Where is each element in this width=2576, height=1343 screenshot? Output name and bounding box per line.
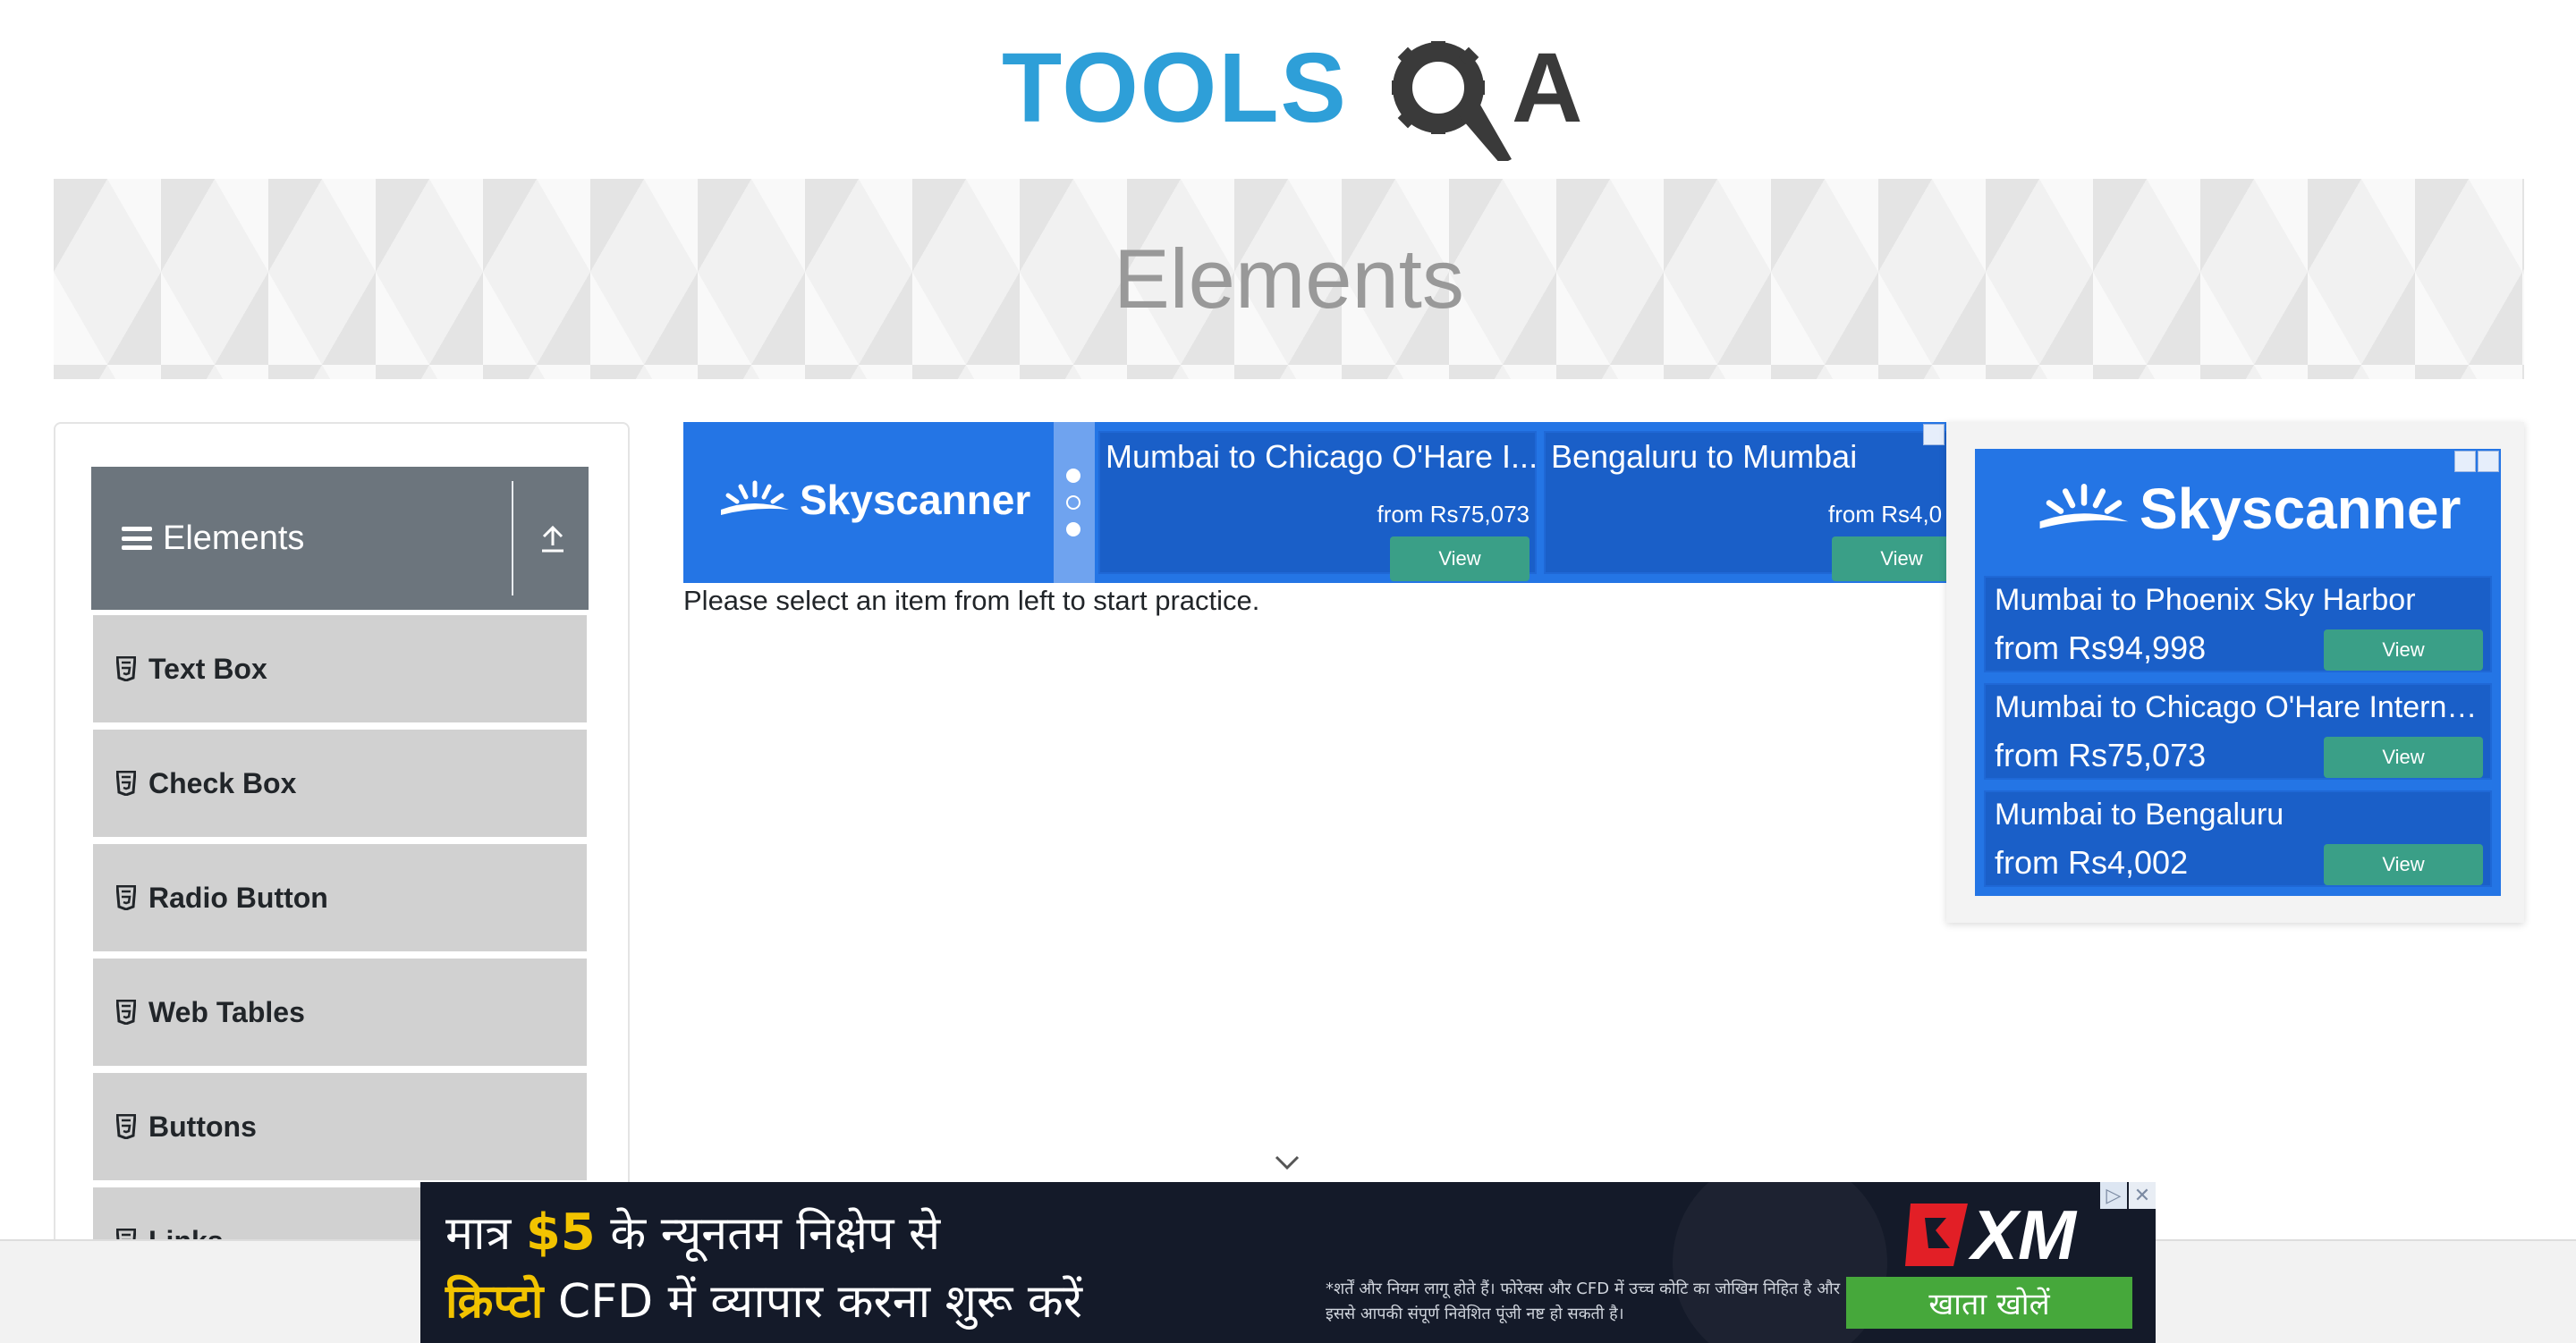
route-label: Mumbai to Chicago O'Hare I... <box>1106 438 1538 475</box>
open-account-button[interactable]: खाता खोलें <box>1846 1277 2132 1329</box>
group-label: Elements <box>163 519 305 557</box>
route-label: Mumbai to Bengaluru <box>1995 798 2284 832</box>
sidebar-item-label: Web Tables <box>148 995 305 1028</box>
flight-offer-card[interactable]: Mumbai to Chicago O'Hare I... from Rs75,… <box>1098 431 1538 581</box>
view-button[interactable]: View <box>1390 536 1530 581</box>
svg-text:A: A <box>1512 33 1582 143</box>
sidebar-item-label: Radio Button <box>148 881 328 914</box>
skyscanner-brand: Skyscanner <box>719 476 1030 524</box>
close-ad-icon[interactable]: ✕ <box>2129 1182 2156 1209</box>
sidebar-item-web-tables[interactable]: Web Tables <box>93 959 587 1068</box>
skyscanner-ad-top[interactable]: Skyscanner Mumbai to Chicago O'Hare I...… <box>683 422 1946 583</box>
menu-icon <box>122 527 152 550</box>
close-ad-icon[interactable] <box>2478 451 2499 472</box>
skyscanner-sun-icon <box>721 480 789 515</box>
price-label: from Rs4,002 <box>1995 844 2189 881</box>
carousel-dot-active[interactable] <box>1066 469 1080 483</box>
sidebar-item-text-box[interactable]: Text Box <box>93 615 587 724</box>
elements-group-header[interactable]: Elements <box>91 467 589 610</box>
sidebar-item-check-box[interactable]: Check Box <box>93 730 587 839</box>
page: TOOLS A Elements Elements Text Box Check… <box>0 0 2576 1343</box>
ad-headline-line1: मात्र $5 के न्यूनतम निक्षेप से <box>445 1200 940 1263</box>
price-label: from Rs4,0 <box>1828 501 1943 528</box>
carousel-dot[interactable] <box>1066 522 1080 536</box>
collapse-icon[interactable] <box>537 522 569 554</box>
ad-headline-line2: क्रिप्टो CFD में व्यापार करना शुरू करें <box>445 1268 1082 1331</box>
page-banner: Elements <box>54 179 2524 379</box>
view-button[interactable]: View <box>2324 844 2483 885</box>
flight-offer-card[interactable]: Mumbai to Chicago O'Hare Interna... from… <box>1984 683 2492 780</box>
skyscanner-ad-right[interactable]: Skyscanner Mumbai to Phoenix Sky Harbor … <box>1946 422 2524 923</box>
skyscanner-wordmark: Skyscanner <box>800 477 1031 523</box>
route-label: Bengaluru to Mumbai <box>1551 438 1858 475</box>
view-button[interactable]: View <box>2324 629 2483 671</box>
ad-disclaimer: *शर्तें और नियम लागू होते हैं। फोरेक्स औ… <box>1326 1280 1841 1323</box>
svg-text:TOOLS: TOOLS <box>1002 33 1348 143</box>
sidebar-item-radio-button[interactable]: Radio Button <box>93 844 587 953</box>
price-label: from Rs75,073 <box>1995 737 2207 773</box>
html-icon <box>116 771 136 796</box>
html-icon <box>116 656 136 681</box>
price-label: from Rs75,073 <box>1377 501 1530 528</box>
sidebar-item-label: Check Box <box>148 766 297 799</box>
skyscanner-sun-icon <box>2039 484 2129 529</box>
skyscanner-wordmark: Skyscanner <box>2140 477 2462 541</box>
carousel-dots <box>1054 422 1095 583</box>
page-title: Elements <box>1114 232 1464 325</box>
flight-offer-card[interactable]: Mumbai to Bengaluru from Rs4,002 View <box>1984 790 2492 887</box>
adchoices-icon[interactable] <box>2454 451 2476 472</box>
view-button[interactable]: View <box>1832 536 1946 581</box>
route-label: Mumbai to Chicago O'Hare Interna... <box>1995 690 2487 724</box>
headline-text: मात्र <box>445 1207 526 1261</box>
chevron-down-icon[interactable] <box>1274 1153 1301 1171</box>
skyscanner-ad-body[interactable]: Skyscanner Mumbai to Phoenix Sky Harbor … <box>1975 449 2501 896</box>
skyscanner-brand: Skyscanner <box>2038 476 2461 542</box>
xm-wordmark: XM <box>1968 1195 2078 1274</box>
headline-text: के न्यूनतम निक्षेप से <box>595 1207 941 1261</box>
adchoices-icon[interactable]: ▷ <box>2100 1182 2127 1209</box>
adchoices-icon[interactable] <box>1923 424 1945 445</box>
view-button[interactable]: View <box>2324 737 2483 778</box>
practice-prompt: Please select an item from left to start… <box>683 585 1260 616</box>
flight-offer-card[interactable]: Mumbai to Phoenix Sky Harbor from Rs94,9… <box>1984 576 2492 672</box>
html-icon <box>116 1114 136 1139</box>
html-icon <box>116 885 136 910</box>
headline-amount: $5 <box>525 1204 596 1262</box>
xm-logo: XM <box>1905 1195 2078 1274</box>
route-label: Mumbai to Phoenix Sky Harbor <box>1995 583 2416 617</box>
html-icon <box>116 1000 136 1025</box>
headline-highlight: क्रिप्टो <box>445 1275 544 1329</box>
carousel-dot[interactable] <box>1066 495 1080 510</box>
divider <box>512 481 513 595</box>
toolsqa-logo[interactable]: TOOLS A <box>1002 27 1583 161</box>
sidebar-item-label: Buttons <box>148 1110 257 1143</box>
headline-text: CFD में व्यापार करना शुरू करें <box>543 1275 1083 1329</box>
sidebar-item-buttons[interactable]: Buttons <box>93 1073 587 1182</box>
price-label: from Rs94,998 <box>1995 629 2207 666</box>
flight-offer-card[interactable]: Bengaluru to Mumbai from Rs4,0 View <box>1544 431 1946 581</box>
xm-ad-banner[interactable]: मात्र $5 के न्यूनतम निक्षेप से क्रिप्टो … <box>420 1182 2156 1343</box>
sidebar-item-label: Text Box <box>148 652 267 685</box>
